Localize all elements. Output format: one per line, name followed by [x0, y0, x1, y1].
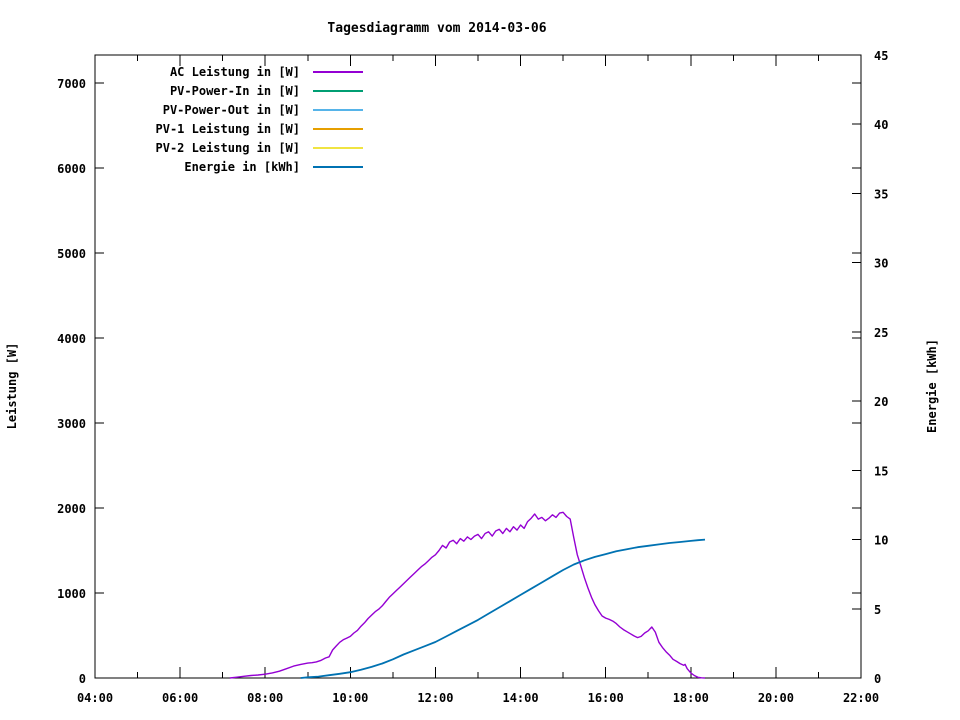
x-tick-label: 08:00 [247, 691, 283, 705]
y-left-tick-label: 6000 [57, 162, 86, 176]
series-W-line [230, 512, 705, 678]
y-right-tick-label: 5 [874, 603, 881, 617]
y-left-tick-label: 3000 [57, 417, 86, 431]
y-left-tick-label: 5000 [57, 247, 86, 261]
legend: AC Leistung in [W] PV-Power-In in [W] PV-P… [156, 65, 364, 174]
x-tick-label: 20:00 [758, 691, 794, 705]
y-left-tick-label: 4000 [57, 332, 86, 346]
legend-label: PV-1 Leistung in [W] [156, 122, 301, 136]
y-left-tick-label: 2000 [57, 502, 86, 516]
y-right-axis-label: Energie [kWh] [925, 339, 939, 433]
daily-pv-chart: Tagesdiagramm vom 2014-03-06 Leistung [W… [0, 0, 960, 720]
y-right-tick-label: 35 [874, 187, 888, 201]
y-right-tick-label: 40 [874, 118, 888, 132]
legend-label: PV-Power-Out in [W] [163, 103, 300, 117]
series-kWh-line [301, 540, 705, 678]
legend-label: Energie in [kWh] [184, 160, 300, 174]
x-tick-label: 16:00 [588, 691, 624, 705]
y-right-tick-label: 10 [874, 534, 888, 548]
y-left-axis-label: Leistung [W] [5, 343, 19, 430]
x-tick-label: 04:00 [77, 691, 113, 705]
x-tick-label: 22:00 [843, 691, 879, 705]
legend-label: PV-2 Leistung in [W] [156, 141, 301, 155]
y-right-tick-label: 20 [874, 395, 888, 409]
chart-page: Tagesdiagramm vom 2014-03-06 Leistung [W… [0, 0, 960, 720]
x-tick-label: 06:00 [162, 691, 198, 705]
chart-title: Tagesdiagramm vom 2014-03-06 [327, 21, 546, 36]
y-right-tick-label: 30 [874, 257, 888, 271]
legend-label: AC Leistung in [W] [170, 65, 300, 79]
x-tick-label: 12:00 [417, 691, 453, 705]
x-tick-label: 14:00 [502, 691, 538, 705]
x-tick-label: 18:00 [673, 691, 709, 705]
y-left-tick-label: 7000 [57, 77, 86, 91]
x-tick-label: 10:00 [332, 691, 368, 705]
legend-label: PV-Power-In in [W] [170, 84, 300, 98]
y-left-tick-label: 0 [79, 672, 86, 686]
y-right-tick-label: 0 [874, 672, 881, 686]
y-right-tick-label: 45 [874, 49, 888, 63]
y-right-tick-label: 15 [874, 464, 888, 478]
y-left-tick-label: 1000 [57, 587, 86, 601]
y-right-tick-label: 25 [874, 326, 888, 340]
